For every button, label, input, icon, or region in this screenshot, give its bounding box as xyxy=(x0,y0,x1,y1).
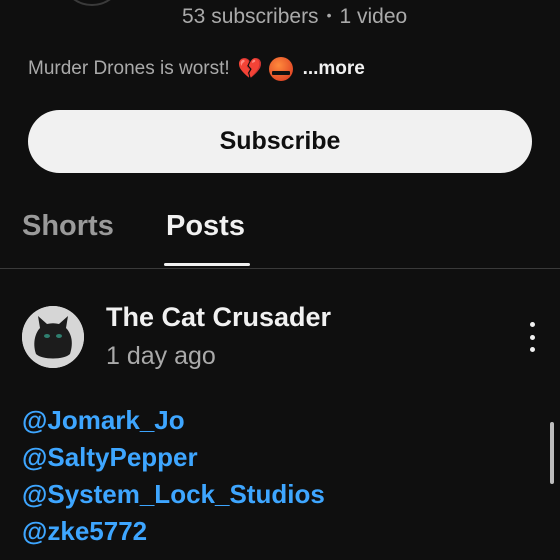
channel-stats: 53 subscribers • 1 video xyxy=(182,5,407,29)
post-timestamp: 1 day ago xyxy=(106,342,216,370)
subscribe-button[interactable]: Subscribe xyxy=(28,110,532,173)
angry-face-icon xyxy=(268,57,293,81)
stats-separator: • xyxy=(326,7,332,23)
channel-description[interactable]: Murder Drones is worst! 💔 ...more xyxy=(28,57,365,81)
video-count: 1 video xyxy=(339,5,408,28)
post-body: @Jomark_Jo @SaltyPepper @System_Lock_Stu… xyxy=(22,402,325,550)
selected-tab-indicator xyxy=(164,263,250,266)
tab-posts[interactable]: Posts xyxy=(166,210,245,243)
mention-link[interactable]: @System_Lock_Studios xyxy=(22,476,325,513)
broken-heart-icon: 💔 xyxy=(237,58,263,80)
post-author-avatar[interactable] xyxy=(22,306,84,368)
mention-link[interactable]: @Jomark_Jo xyxy=(22,402,325,439)
scrollbar[interactable] xyxy=(550,422,554,484)
mention-link[interactable]: @SaltyPepper xyxy=(22,439,325,476)
more-link[interactable]: ...more xyxy=(303,58,365,80)
channel-tabs: Shorts Posts xyxy=(0,200,560,270)
description-text: Murder Drones is worst! xyxy=(28,58,230,79)
subscriber-count: 53 subscribers xyxy=(182,5,319,28)
tabs-divider xyxy=(0,268,560,269)
tab-shorts[interactable]: Shorts xyxy=(22,210,114,243)
more-options-icon[interactable] xyxy=(520,322,544,352)
channel-avatar[interactable] xyxy=(60,0,124,6)
cat-avatar-icon xyxy=(22,306,84,368)
post-author-name[interactable]: The Cat Crusader xyxy=(106,302,331,333)
mention-link[interactable]: @zke5772 xyxy=(22,513,325,550)
